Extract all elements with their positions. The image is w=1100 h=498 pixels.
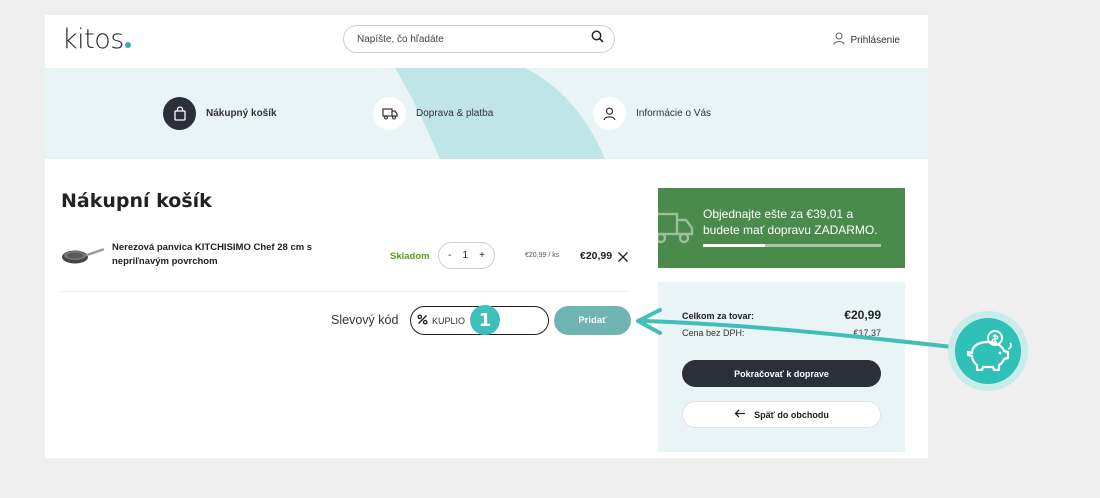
summary-total-label: Celkom za tovar: <box>682 311 755 321</box>
step-cart[interactable]: Nákupný košík <box>163 97 277 130</box>
summary-total-value: €20,99 <box>844 308 881 322</box>
divider <box>61 291 629 292</box>
percent-icon <box>417 312 428 330</box>
piggy-bank-badge <box>948 311 1028 391</box>
summary-net-label: Cena bez DPH: <box>682 328 745 338</box>
login-label: Prihlásenie <box>850 34 900 46</box>
truck-icon <box>373 97 406 130</box>
quantity-stepper: - 1 + <box>438 242 495 269</box>
logo-text: kitos <box>62 24 124 55</box>
checkout-steps: Nákupný košík Doprava & platba Informáci… <box>45 68 928 159</box>
free-shipping-banner: Objednajte ešte za €39,01 a budete mať d… <box>658 188 905 268</box>
close-icon <box>617 250 629 267</box>
summary-net-row: Cena bez DPH: €17,37 <box>682 328 881 338</box>
step-shipping[interactable]: Doprava & platba <box>373 97 493 130</box>
increase-button[interactable]: + <box>479 250 485 261</box>
order-summary: Celkom za tovar: €20,99 Cena bez DPH: €1… <box>658 282 905 452</box>
product-image[interactable] <box>61 247 105 272</box>
step-number-badge: 1 <box>470 305 500 335</box>
summary-net-value: €17,37 <box>853 328 881 338</box>
step-shipping-label: Doprava & platba <box>416 108 494 119</box>
back-to-shop-label: Späť do obchodu <box>754 409 829 420</box>
remove-item-button[interactable] <box>617 250 629 268</box>
shopping-bag-icon <box>163 97 196 130</box>
arrow-left-icon <box>734 409 746 420</box>
search-bar[interactable] <box>343 25 615 53</box>
logo-dot <box>124 42 131 48</box>
back-to-shop-button[interactable]: Späť do obchodu <box>682 401 881 428</box>
checkout-page: kitos Prihlásenie Nákupný košík Doprava … <box>45 15 928 458</box>
quantity-value[interactable]: 1 <box>462 250 468 261</box>
free-shipping-message: Objednajte ešte za €39,01 a budete mať d… <box>703 207 878 237</box>
shipping-progress-fill <box>703 244 766 247</box>
product-name[interactable]: Nerezová panvica KITCHISIMO Chef 28 cm s… <box>112 241 327 269</box>
cart-item: Nerezová panvica KITCHISIMO Chef 28 cm s… <box>61 239 629 279</box>
search-icon[interactable] <box>591 30 604 48</box>
step-info[interactable]: Informácie o Vás <box>593 97 711 130</box>
coupon-label: Slevový kód <box>331 313 399 327</box>
stock-status: Skladom <box>390 251 430 262</box>
user-icon <box>832 32 845 48</box>
truck-icon <box>658 211 695 252</box>
add-coupon-button[interactable]: Pridať <box>554 306 631 335</box>
shipping-progress-bar <box>703 244 881 247</box>
piggy-bank-icon <box>955 318 1021 384</box>
kitos-logo[interactable]: kitos <box>62 24 131 55</box>
login-link[interactable]: Prihlásenie <box>832 32 900 48</box>
user-icon <box>593 97 626 130</box>
continue-to-shipping-button[interactable]: Pokračovať k doprave <box>682 360 881 387</box>
decrease-button[interactable]: - <box>448 250 451 261</box>
unit-price: €20,99 / ks <box>525 252 560 259</box>
step-info-label: Informácie o Vás <box>636 108 712 119</box>
item-total: €20,99 <box>580 250 613 262</box>
page-title: Nákupní košík <box>61 190 212 212</box>
search-input[interactable] <box>357 33 591 45</box>
summary-total-row: Celkom za tovar: €20,99 <box>682 308 881 322</box>
step-cart-label: Nákupný košík <box>206 108 277 119</box>
